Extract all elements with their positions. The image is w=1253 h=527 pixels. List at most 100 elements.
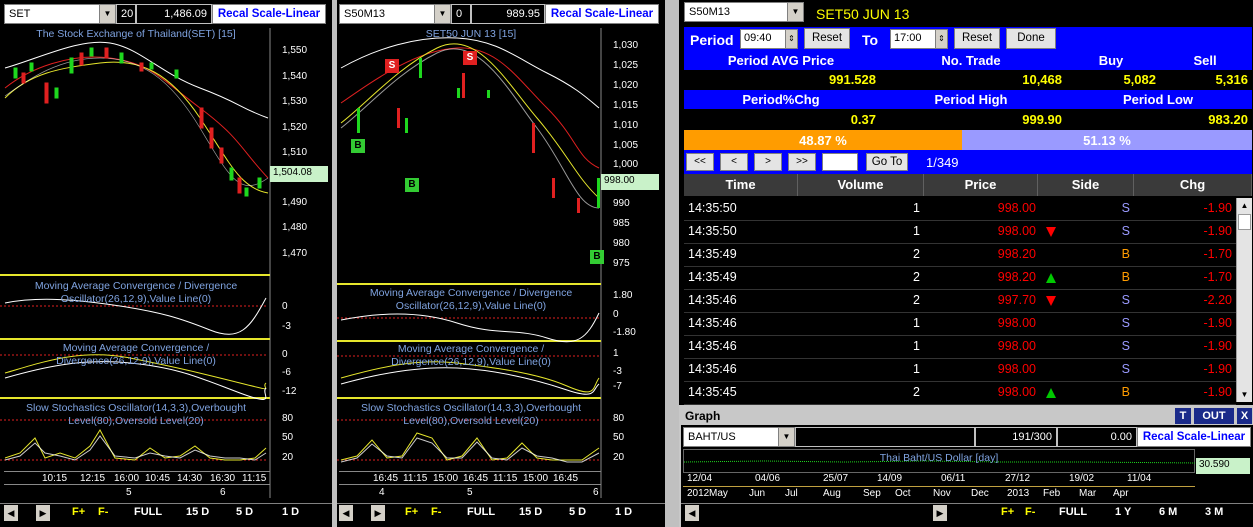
trade-price: 998.00 bbox=[997, 201, 1036, 215]
first-page-button[interactable]: << bbox=[686, 153, 714, 171]
buy-signal-marker[interactable]: B bbox=[351, 139, 365, 153]
y-tick: 980 bbox=[613, 238, 630, 249]
buy-signal-marker[interactable]: B bbox=[405, 178, 419, 192]
trade-row[interactable]: 14:35:46 1 998.00 S -1.90 bbox=[684, 359, 1236, 382]
trade-row[interactable]: 14:35:50 1 998.00 S -1.90 bbox=[684, 198, 1236, 221]
zoom-out-icon[interactable]: F- bbox=[1025, 506, 1035, 518]
graph-close-button[interactable]: X bbox=[1237, 408, 1252, 424]
trade-chg: -1.90 bbox=[1203, 362, 1233, 376]
last-page-button[interactable]: >> bbox=[788, 153, 816, 171]
range-5d-button[interactable]: 5 D bbox=[236, 506, 253, 518]
buy-signal-marker[interactable]: B bbox=[590, 250, 604, 264]
trade-row[interactable]: 14:35:46 1 998.00 S -1.90 bbox=[684, 313, 1236, 336]
prev-page-button[interactable]: < bbox=[720, 153, 748, 171]
full-button[interactable]: FULL bbox=[1059, 506, 1087, 518]
trade-time: 14:35:50 bbox=[688, 224, 737, 238]
sell-signal-marker[interactable]: S bbox=[463, 51, 477, 65]
chevron-down-icon[interactable]: ▼ bbox=[99, 5, 115, 23]
recal-scale-button[interactable]: Recal Scale-Linear bbox=[545, 4, 659, 24]
zoom-out-icon[interactable]: F- bbox=[98, 506, 108, 518]
col-header-volume[interactable]: Volume bbox=[798, 174, 924, 196]
y-tick: 1,025 bbox=[613, 60, 639, 71]
y-tick: 1,015 bbox=[613, 100, 639, 111]
sell-signal-marker[interactable]: S bbox=[385, 59, 399, 73]
scroll-right-icon[interactable]: ▶ bbox=[933, 505, 947, 521]
col-header-price[interactable]: Price bbox=[924, 174, 1038, 196]
period-from-input[interactable]: 09:40 ⇕ bbox=[740, 29, 798, 49]
range-5d-button[interactable]: 5 D bbox=[569, 506, 586, 518]
symbol-select[interactable]: S50M13 ▼ bbox=[339, 4, 451, 24]
scroll-left-icon[interactable]: ◀ bbox=[685, 505, 699, 521]
buy-sell-ratio-bar: 48.87 % 51.13 % bbox=[684, 130, 1252, 150]
scroll-left-icon[interactable]: ◀ bbox=[339, 505, 353, 521]
x-tick: 16:00 bbox=[114, 473, 140, 484]
reset-from-button[interactable]: Reset bbox=[804, 28, 850, 49]
trade-row[interactable]: 14:35:49 2 998.20 B -1.70 bbox=[684, 244, 1236, 267]
scroll-down-icon[interactable]: ▼ bbox=[1237, 387, 1252, 402]
scroll-left-icon[interactable]: ◀ bbox=[4, 505, 18, 521]
col-header-side[interactable]: Side bbox=[1038, 174, 1134, 196]
scroll-right-icon[interactable]: ▶ bbox=[36, 505, 50, 521]
stoch-title-2: Level(80),Oversold Level(20) bbox=[403, 415, 539, 427]
range-3m-button[interactable]: 3 M bbox=[1205, 506, 1223, 518]
spinner-icon[interactable]: ⇕ bbox=[935, 30, 947, 48]
zoom-in-icon[interactable]: F+ bbox=[1001, 506, 1014, 518]
month-tick: Jul bbox=[785, 488, 798, 499]
graph-recal-button[interactable]: Recal Scale-Linear bbox=[1137, 427, 1251, 447]
trade-row[interactable]: 14:35:49 2 998.20 B -1.70 bbox=[684, 267, 1236, 290]
period-to-input[interactable]: 17:00 ⇕ bbox=[890, 29, 948, 49]
trade-volume: 1 bbox=[913, 316, 920, 330]
range-6m-button[interactable]: 6 M bbox=[1159, 506, 1177, 518]
range-1y-button[interactable]: 1 Y bbox=[1115, 506, 1131, 518]
trade-row[interactable]: 14:35:46 2 997.70 S -2.20 bbox=[684, 290, 1236, 313]
chevron-down-icon[interactable]: ▼ bbox=[787, 3, 803, 21]
trade-row[interactable]: 14:35:45 2 998.00 B -1.90 bbox=[684, 382, 1236, 405]
graph-header: Graph bbox=[685, 409, 721, 423]
full-button[interactable]: FULL bbox=[134, 506, 162, 518]
col-header-chg[interactable]: Chg bbox=[1134, 174, 1252, 196]
splitter[interactable] bbox=[665, 0, 679, 527]
graph-counter: 191/300 bbox=[975, 427, 1057, 447]
trade-row[interactable]: 14:35:50 1 998.00 S -1.90 bbox=[684, 221, 1236, 244]
range-15d-button[interactable]: 15 D bbox=[186, 506, 209, 518]
full-button[interactable]: FULL bbox=[467, 506, 495, 518]
trade-scrollbar[interactable]: ▲ ▼ bbox=[1236, 198, 1252, 402]
y-tick: 1,510 bbox=[282, 147, 308, 158]
scroll-right-icon[interactable]: ▶ bbox=[371, 505, 385, 521]
trade-time: 14:35:49 bbox=[688, 247, 737, 261]
graph-t-button[interactable]: T bbox=[1175, 408, 1191, 424]
next-page-button[interactable]: > bbox=[754, 153, 782, 171]
y-tick: 1,005 bbox=[613, 140, 639, 151]
zoom-in-icon[interactable]: F+ bbox=[405, 506, 418, 518]
spin-value[interactable]: 20 bbox=[116, 4, 136, 24]
done-button[interactable]: Done bbox=[1006, 28, 1056, 49]
ticker-symbol-select[interactable]: S50M13 ▼ bbox=[684, 2, 804, 22]
range-1d-button[interactable]: 1 D bbox=[282, 506, 299, 518]
x-tick: 16:45 bbox=[463, 473, 489, 484]
date-tick: 25/07 bbox=[823, 473, 849, 484]
graph-symbol-select[interactable]: BAHT/US ▼ bbox=[683, 427, 795, 447]
spinner-icon[interactable]: ⇕ bbox=[785, 30, 797, 48]
zoom-in-icon[interactable]: F+ bbox=[72, 506, 85, 518]
graph-out-button[interactable]: OUT bbox=[1194, 408, 1234, 424]
range-15d-button[interactable]: 15 D bbox=[519, 506, 542, 518]
x-tick: 10:15 bbox=[42, 473, 68, 484]
date-tick: 19/02 bbox=[1069, 473, 1095, 484]
scroll-up-icon[interactable]: ▲ bbox=[1237, 198, 1252, 213]
chevron-down-icon[interactable]: ▼ bbox=[778, 428, 794, 446]
zoom-out-icon[interactable]: F- bbox=[431, 506, 441, 518]
recal-scale-button[interactable]: Recal Scale-Linear bbox=[212, 4, 326, 24]
chevron-down-icon[interactable]: ▼ bbox=[434, 5, 450, 23]
down-arrow-icon bbox=[1046, 296, 1056, 306]
scroll-thumb[interactable] bbox=[1238, 214, 1251, 230]
page-input[interactable] bbox=[822, 153, 858, 171]
range-1d-button[interactable]: 1 D bbox=[615, 506, 632, 518]
trade-row[interactable]: 14:35:46 1 998.00 S -1.90 bbox=[684, 336, 1236, 359]
symbol-select[interactable]: SET ▼ bbox=[4, 4, 116, 24]
y-tick: 0 bbox=[613, 309, 619, 320]
chart-toolbar: ◀ ▶ F+ F- FULL 15 D 5 D 1 D bbox=[337, 503, 665, 523]
col-header-time[interactable]: Time bbox=[684, 174, 798, 196]
reset-to-button[interactable]: Reset bbox=[954, 28, 1000, 49]
goto-button[interactable]: Go To bbox=[866, 153, 908, 171]
spin-value[interactable]: 0 bbox=[451, 4, 471, 24]
